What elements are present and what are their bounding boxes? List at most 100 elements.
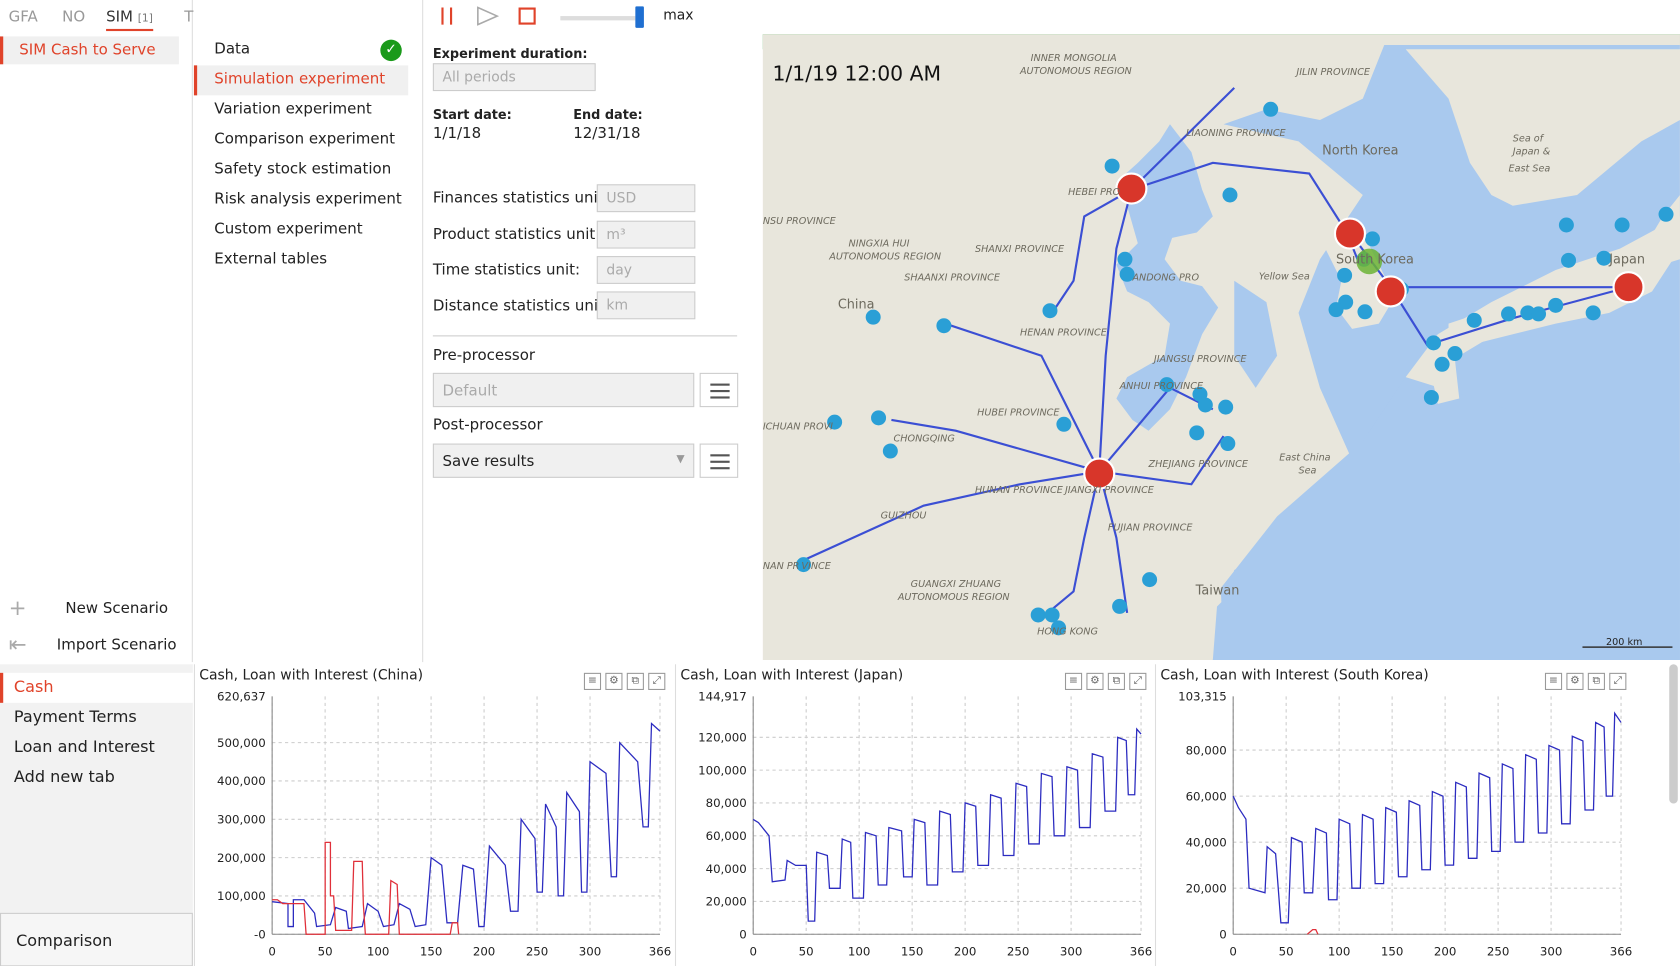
duration-label: Experiment duration: — [432, 46, 588, 62]
tab-payment-terms[interactable]: Payment Terms — [0, 703, 193, 733]
nav-item-custom-experiment[interactable]: Custom experiment — [194, 215, 408, 245]
list-icon[interactable]: ≡ — [1544, 672, 1563, 690]
import-scenario-button[interactable]: ⇤ Import Scenario — [0, 630, 193, 662]
customer-icon[interactable] — [1189, 425, 1205, 441]
nav-item-variation-experiment[interactable]: Variation experiment — [194, 95, 408, 125]
y-tick-label: 400,000 — [217, 774, 266, 788]
customer-icon[interactable] — [1561, 252, 1577, 268]
play-icon[interactable] — [476, 6, 500, 26]
tab-sim-label: SIM — [106, 8, 133, 26]
customer-icon[interactable] — [1337, 267, 1353, 283]
customer-icon[interactable] — [1364, 231, 1380, 247]
customer-icon[interactable] — [1328, 302, 1344, 318]
tab-sim[interactable]: SIM [1] — [106, 8, 153, 32]
customer-icon[interactable] — [1614, 217, 1630, 233]
customer-icon[interactable] — [1531, 306, 1547, 322]
nav-item-simulation-experiment[interactable]: Simulation experiment — [193, 65, 409, 96]
finance-unit-field[interactable]: USD — [596, 184, 696, 213]
list-icon[interactable]: ≡ — [583, 672, 602, 690]
scenario-item[interactable]: SIM Cash to Serve — [0, 36, 179, 65]
customer-icon[interactable] — [1112, 598, 1128, 614]
tab-gfa[interactable]: GFA — [9, 9, 38, 26]
tab-loan-interest[interactable]: Loan and Interest — [0, 733, 193, 763]
map-label: JIANGXI PROVINCE — [1063, 485, 1155, 496]
duration-field[interactable]: All periods — [432, 63, 596, 92]
factory-icon[interactable] — [1374, 275, 1407, 308]
stop-icon[interactable] — [518, 7, 536, 25]
customer-icon[interactable] — [1558, 217, 1574, 233]
factory-icon[interactable] — [1115, 172, 1148, 205]
customer-icon[interactable] — [1434, 356, 1450, 372]
distance-unit-field[interactable]: km — [596, 291, 696, 320]
pre-processor-field[interactable]: Default — [432, 372, 695, 408]
chart-title: Cash, Loan with Interest (Japan) — [680, 667, 904, 684]
customer-icon[interactable] — [1501, 306, 1517, 322]
customer-icon[interactable] — [1117, 251, 1133, 267]
map-label: AUTONOMOUS REGION — [1019, 66, 1132, 77]
gear-icon[interactable]: ⚙ — [1566, 672, 1584, 690]
customer-icon[interactable] — [1042, 303, 1058, 319]
customer-icon[interactable] — [1056, 416, 1072, 432]
chart-panel-south-korea: Cash, Loan with Interest (South Korea) ≡… — [1154, 664, 1635, 966]
factory-icon[interactable] — [1612, 271, 1645, 304]
list-icon[interactable]: ≡ — [1064, 672, 1083, 690]
tab-add-new[interactable]: Add new tab — [0, 763, 193, 793]
expand-icon[interactable]: ⤢ — [1609, 672, 1627, 690]
copy-icon[interactable]: ⧉ — [1587, 672, 1605, 690]
speed-slider[interactable] — [560, 16, 636, 21]
factory-icon[interactable] — [1333, 217, 1367, 250]
scrollbar[interactable] — [1669, 664, 1678, 804]
expand-icon[interactable]: ⤢ — [1129, 672, 1147, 690]
customer-icon[interactable] — [1220, 436, 1236, 452]
customer-icon[interactable] — [1263, 101, 1279, 117]
nav-item-safety-stock[interactable]: Safety stock estimation — [194, 155, 408, 185]
pause-icon[interactable] — [439, 7, 454, 25]
customer-icon[interactable] — [1218, 399, 1234, 415]
gear-icon[interactable]: ⚙ — [1086, 672, 1104, 690]
gear-icon[interactable]: ⚙ — [605, 672, 623, 690]
customer-icon[interactable] — [1222, 187, 1238, 203]
copy-icon[interactable]: ⧉ — [626, 672, 644, 690]
customer-icon[interactable] — [1423, 389, 1439, 405]
pre-processor-menu-button[interactable] — [699, 372, 739, 408]
customer-icon[interactable] — [871, 410, 887, 426]
comparison-button[interactable]: Comparison — [0, 912, 193, 966]
customer-icon[interactable] — [1585, 305, 1601, 321]
tab-cash[interactable]: Cash — [0, 672, 193, 703]
tab-t[interactable]: T — [184, 9, 193, 26]
tab-no[interactable]: NO — [62, 9, 85, 26]
chart-title: Cash, Loan with Interest (China) — [199, 667, 424, 684]
new-scenario-button[interactable]: + New Scenario — [0, 594, 193, 626]
new-scenario-label: New Scenario — [65, 599, 169, 618]
chart-japan: 0 50 100 150 200 250 300 366 0 20,000 40,000 60,000… — [698, 690, 1152, 959]
map-view[interactable]: INNER MONGOLIA AUTONOMOUS REGION JILIN PRO… — [762, 34, 1680, 660]
nav-item-external-tables[interactable]: External tables — [194, 245, 408, 275]
customer-icon[interactable] — [936, 318, 952, 334]
customer-icon[interactable] — [1142, 572, 1158, 588]
customer-icon[interactable] — [1658, 206, 1674, 222]
customer-icon[interactable] — [1044, 607, 1060, 623]
customer-icon[interactable] — [1197, 397, 1213, 413]
end-date-value[interactable]: 12/31/18 — [573, 125, 640, 142]
customer-icon[interactable] — [1357, 304, 1373, 320]
post-processor-select[interactable]: Save results ▼ — [432, 443, 695, 478]
post-processor-menu-button[interactable] — [699, 443, 739, 478]
map-label: VINCE — [801, 561, 831, 572]
expand-icon[interactable]: ⤢ — [648, 672, 666, 690]
customer-icon[interactable] — [1104, 158, 1120, 174]
customer-icon[interactable] — [882, 443, 898, 459]
nav-item-risk-analysis[interactable]: Risk analysis experiment — [194, 185, 408, 215]
copy-icon[interactable]: ⧉ — [1107, 672, 1125, 690]
customer-icon[interactable] — [1466, 312, 1482, 328]
customer-icon[interactable] — [1447, 346, 1463, 362]
time-unit-field[interactable]: day — [596, 256, 696, 284]
customer-icon[interactable] — [1030, 607, 1046, 623]
start-date-value[interactable]: 1/1/18 — [433, 125, 481, 142]
product-unit-field[interactable]: m³ — [596, 220, 696, 249]
map-label: GUIZHOU — [881, 511, 927, 522]
nav-item-comparison-experiment[interactable]: Comparison experiment — [194, 125, 408, 155]
speed-slider-knob[interactable] — [635, 6, 644, 28]
customer-icon[interactable] — [1548, 297, 1564, 313]
customer-icon[interactable] — [1426, 335, 1442, 351]
nav-item-data[interactable]: Data — [194, 35, 408, 65]
